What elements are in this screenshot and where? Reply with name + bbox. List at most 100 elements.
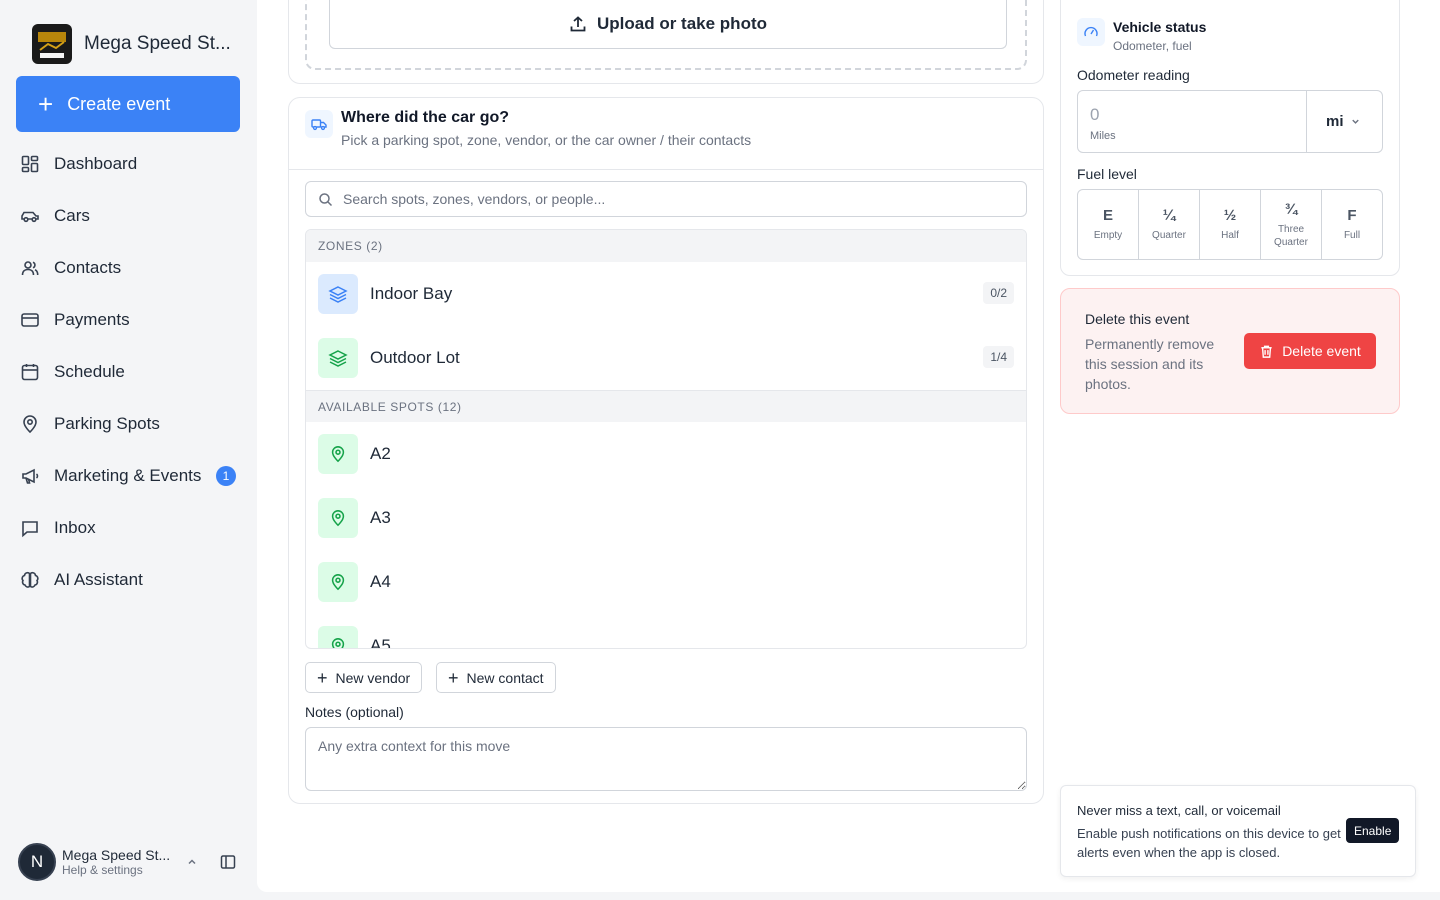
- fuel-option-empty[interactable]: E Empty: [1078, 190, 1139, 259]
- map-pin-icon: [23, 415, 37, 434]
- destination-search: [305, 181, 1027, 217]
- fuel-symbol: ¼: [1162, 207, 1176, 224]
- photo-upload-card: Upload or take photo: [288, 0, 1044, 84]
- delete-title: Delete this event: [1085, 311, 1190, 327]
- odometer-label: Odometer reading: [1077, 67, 1190, 83]
- zone-item-indoor-bay[interactable]: Indoor Bay 0/2: [306, 262, 1026, 326]
- layers-icon: [318, 274, 358, 314]
- calendar-icon: [21, 364, 39, 381]
- upload-photo-button[interactable]: Upload or take photo: [329, 0, 1007, 49]
- spot-name: A4: [370, 572, 391, 591]
- photo-dropzone[interactable]: Upload or take photo: [305, 0, 1027, 70]
- delete-event-card: Delete this event Permanently remove thi…: [1060, 288, 1400, 414]
- destination-card: Where did the car go? Pick a parking spo…: [288, 97, 1044, 804]
- avatar: N: [18, 843, 56, 881]
- sidebar-item-schedule[interactable]: Schedule: [16, 346, 240, 398]
- unit-select[interactable]: mi: [1326, 113, 1361, 130]
- fuel-label: Three Quarter: [1274, 223, 1308, 248]
- sidebar-item-parking-spots[interactable]: Parking Spots: [16, 398, 240, 450]
- sidebar-item-dashboard[interactable]: Dashboard: [16, 138, 240, 190]
- upload-label: Upload or take photo: [597, 14, 767, 33]
- fuel-label: Full: [1343, 230, 1361, 241]
- sidebar-item-label: Marketing & Events: [54, 466, 202, 485]
- notes-label: Notes (optional): [305, 704, 404, 720]
- sidebar-item-marketing-events[interactable]: Marketing & Events 1: [16, 450, 240, 502]
- brand[interactable]: Mega Speed St...: [32, 24, 231, 64]
- notification-badge: 1: [216, 466, 236, 486]
- odometer-value[interactable]: 0: [1090, 105, 1099, 125]
- search-input[interactable]: [343, 191, 1003, 207]
- sidebar: Mega Speed St... + Create event Dashboar…: [0, 0, 256, 900]
- new-contact-label: New contact: [466, 669, 544, 686]
- truck-icon: [305, 110, 333, 138]
- new-contact-button[interactable]: + New contact: [436, 662, 556, 693]
- fuel-symbol: E: [1102, 207, 1113, 224]
- create-event-label: Create event: [67, 93, 171, 114]
- sidebar-item-label: Inbox: [54, 518, 96, 537]
- message-square-icon: [22, 521, 38, 538]
- fuel-level-selector: E Empty ¼ Quarter ½ Half ¾ Three Quarter…: [1077, 189, 1383, 260]
- sidebar-item-payments[interactable]: Payments: [16, 294, 240, 346]
- fuel-option-half[interactable]: ½ Half: [1200, 190, 1261, 259]
- zones-header: ZONES (2): [306, 230, 1026, 262]
- sidebar-item-inbox[interactable]: Inbox: [16, 502, 240, 554]
- megaphone-icon: [22, 468, 39, 484]
- spot-name: A3: [370, 508, 391, 527]
- zone-capacity: 0/2: [983, 282, 1014, 304]
- fuel-label: Empty: [1093, 230, 1123, 241]
- delete-description: Permanently remove this session and its …: [1085, 336, 1215, 392]
- delete-event-label: Delete event: [1282, 343, 1361, 359]
- delete-event-button[interactable]: Delete event: [1244, 333, 1376, 369]
- zone-item-outdoor-lot[interactable]: Outdoor Lot 1/4: [306, 326, 1026, 390]
- fuel-option-three-quarter[interactable]: ¾ Three Quarter: [1261, 190, 1322, 259]
- users-icon: [21, 261, 39, 276]
- enable-notifications-button[interactable]: Enable: [1346, 818, 1400, 843]
- odometer-field[interactable]: 0 Miles mi: [1077, 90, 1383, 153]
- sidebar-item-label: Cars: [54, 206, 90, 225]
- sidebar-item-contacts[interactable]: Contacts: [16, 242, 240, 294]
- spots-header: AVAILABLE SPOTS (12): [306, 390, 1026, 422]
- new-vendor-button[interactable]: + New vendor: [305, 662, 423, 693]
- sidebar-toggle-icon[interactable]: [220, 854, 236, 870]
- vehicle-status-subtitle: Odometer, fuel: [1113, 39, 1192, 53]
- create-event-button[interactable]: + Create event: [16, 76, 240, 132]
- spot-item[interactable]: A3: [306, 486, 1026, 550]
- gauge-icon: [1077, 18, 1105, 46]
- spot-item[interactable]: A2: [306, 422, 1026, 486]
- sidebar-item-label: Parking Spots: [54, 414, 160, 433]
- brain-icon: [21, 571, 39, 588]
- notes-textarea[interactable]: [305, 727, 1027, 791]
- user-subtitle: Help & settings: [62, 863, 143, 877]
- fuel-label: Half: [1221, 230, 1239, 241]
- notification-title: Never miss a text, call, or voicemail: [1077, 803, 1281, 818]
- map-pin-icon: [318, 626, 358, 648]
- fuel-option-quarter[interactable]: ¼ Quarter: [1139, 190, 1200, 259]
- new-vendor-label: New vendor: [335, 669, 411, 686]
- credit-card-icon: [21, 313, 39, 327]
- user-menu[interactable]: N Mega Speed St... Help & settings: [18, 842, 240, 882]
- notification-body: Enable push notifications on this device…: [1077, 826, 1341, 860]
- chevron-up-icon: [188, 859, 196, 865]
- destination-list[interactable]: ZONES (2) Indoor Bay 0/2 Outdoor Lot 1/4…: [305, 229, 1027, 649]
- destination-header: Where did the car go? Pick a parking spo…: [289, 98, 1043, 170]
- spot-name: A2: [370, 444, 391, 463]
- sidebar-item-cars[interactable]: Cars: [16, 190, 240, 242]
- sidebar-nav: Dashboard Cars Contacts Payments Schedul…: [16, 138, 240, 606]
- car-icon: [21, 211, 39, 223]
- fuel-label: Quarter: [1152, 230, 1186, 241]
- plus-icon: +: [317, 667, 328, 688]
- odometer-unit-label: Miles: [1090, 130, 1116, 142]
- vehicle-status-card: Vehicle status Odometer, fuel Odometer r…: [1060, 0, 1400, 276]
- plus-icon: +: [448, 667, 459, 688]
- sidebar-item-ai-assistant[interactable]: AI Assistant: [16, 554, 240, 606]
- spot-item[interactable]: A4: [306, 550, 1026, 614]
- fuel-symbol: F: [1347, 207, 1357, 224]
- fuel-symbol: ½: [1223, 207, 1237, 224]
- vehicle-status-title: Vehicle status: [1113, 19, 1207, 35]
- layers-icon: [318, 338, 358, 378]
- spot-item[interactable]: A5: [306, 614, 1026, 649]
- trash-icon: [1261, 345, 1272, 358]
- spot-name: A5: [370, 636, 391, 649]
- fuel-option-full[interactable]: F Full: [1322, 190, 1382, 259]
- unit-value: mi: [1326, 113, 1344, 130]
